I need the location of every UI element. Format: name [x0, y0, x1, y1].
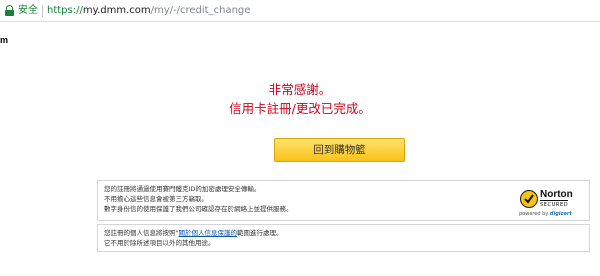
- powered-by-label: powered by: [519, 211, 549, 217]
- security-notice-line: 不用擔心這些信息會被第三方竊取。: [104, 195, 208, 203]
- url-scheme: https://: [47, 5, 83, 16]
- norton-check-icon: [520, 190, 538, 208]
- url-host: my.dmm.com: [82, 5, 151, 16]
- security-notice-line: 數字身份信的使用保護了我們公司確認存在於網絡上並提供服務。: [104, 205, 293, 213]
- security-notice-line: 您的註冊將通過使用賽門鐵克ID的加密處理安全傳輸。: [104, 185, 261, 193]
- privacy-notice-line: 您註冊的個人信息將按照"關於個人信息保護的範圍進行處理。: [104, 229, 283, 237]
- completion-message: 信用卡註冊/更改已完成。: [229, 101, 371, 116]
- digicert-brand: digicert: [549, 211, 572, 217]
- privacy-policy-link[interactable]: 關於個人信息保護的: [179, 229, 238, 237]
- url-text[interactable]: https://my.dmm.com/my/-/credit_change: [47, 4, 250, 17]
- norton-brand: Norton: [540, 189, 573, 200]
- privacy-notice-box: 您註冊的個人信息將按照"關於個人信息保護的範圍進行處理。 它不用於除所述項目以外…: [97, 224, 590, 252]
- powered-by-text: powered by digicert: [519, 211, 572, 217]
- secure-label[interactable]: 安全: [18, 4, 38, 17]
- address-separator: [42, 5, 43, 17]
- security-notice-box: 您的註冊將通過使用賽門鐵克ID的加密處理安全傳輸。 不用擔心這些信息會被第三方竊…: [97, 180, 590, 221]
- privacy-suffix: 範圍進行處理。: [237, 229, 283, 237]
- site-logo[interactable]: m: [0, 35, 8, 45]
- lock-icon[interactable]: [5, 5, 14, 16]
- back-to-cart-button[interactable]: 回到購物籃: [274, 138, 405, 162]
- url-path: /my/-/credit_change: [150, 5, 251, 16]
- privacy-prefix: 您註冊的個人信息將按照: [104, 229, 176, 237]
- thank-you-message: 非常感謝。: [268, 82, 332, 97]
- norton-secured-text: SECURED: [540, 200, 569, 208]
- privacy-notice-line: 它不用於除所述項目以外的其他用途。: [104, 239, 215, 247]
- norton-secured-badge[interactable]: Norton SECURED powered by digicert: [517, 184, 583, 219]
- address-bar[interactable]: 安全 https://my.dmm.com/my/-/credit_change: [0, 0, 600, 22]
